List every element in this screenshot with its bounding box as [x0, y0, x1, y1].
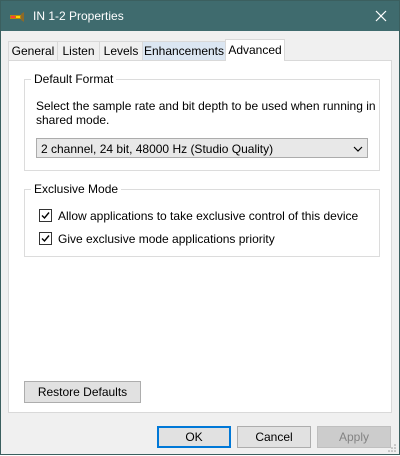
properties-dialog: IN 1-2 Properties General Listen Levels … — [0, 0, 400, 455]
tab-strip: General Listen Levels Enhancements Advan… — [8, 39, 392, 61]
advanced-panel: Default Format Select the sample rate an… — [8, 60, 392, 413]
selected-format: 2 channel, 24 bit, 48000 Hz (Studio Qual… — [41, 142, 274, 156]
exclusive-mode-label: Exclusive Mode — [31, 182, 122, 196]
checkmark-icon — [41, 212, 50, 220]
chevron-down-icon — [353, 143, 363, 153]
checkmark-icon — [41, 235, 50, 243]
close-icon — [375, 10, 387, 22]
tab-levels[interactable]: Levels — [99, 41, 143, 60]
format-description: Select the sample rate and bit depth to … — [36, 99, 376, 127]
exclusive-mode-group: Exclusive Mode Allow applications to tak… — [24, 182, 380, 257]
tab-general[interactable]: General — [8, 41, 58, 60]
default-format-group: Default Format Select the sample rate an… — [24, 72, 380, 171]
exclusive-priority-label: Give exclusive mode applications priorit… — [58, 232, 275, 246]
allow-exclusive-checkbox[interactable] — [39, 209, 52, 222]
allow-exclusive-label: Allow applications to take exclusive con… — [58, 209, 359, 223]
resize-grip-icon[interactable] — [387, 442, 397, 452]
restore-defaults-button[interactable]: Restore Defaults — [24, 381, 141, 403]
default-format-label: Default Format — [31, 72, 117, 86]
tab-listen[interactable]: Listen — [57, 41, 100, 60]
sample-rate-dropdown[interactable]: 2 channel, 24 bit, 48000 Hz (Studio Qual… — [36, 138, 368, 158]
ok-button[interactable]: OK — [157, 426, 231, 448]
cancel-button[interactable]: Cancel — [237, 426, 311, 448]
exclusive-priority-checkbox[interactable] — [39, 232, 52, 245]
tab-advanced[interactable]: Advanced — [225, 39, 285, 61]
window-title: IN 1-2 Properties — [33, 9, 124, 23]
title-bar[interactable]: IN 1-2 Properties — [1, 1, 399, 31]
apply-button[interactable]: Apply — [317, 426, 391, 448]
tab-enhancements[interactable]: Enhancements — [142, 41, 226, 60]
close-button[interactable] — [363, 1, 399, 31]
speaker-device-icon — [9, 9, 25, 23]
